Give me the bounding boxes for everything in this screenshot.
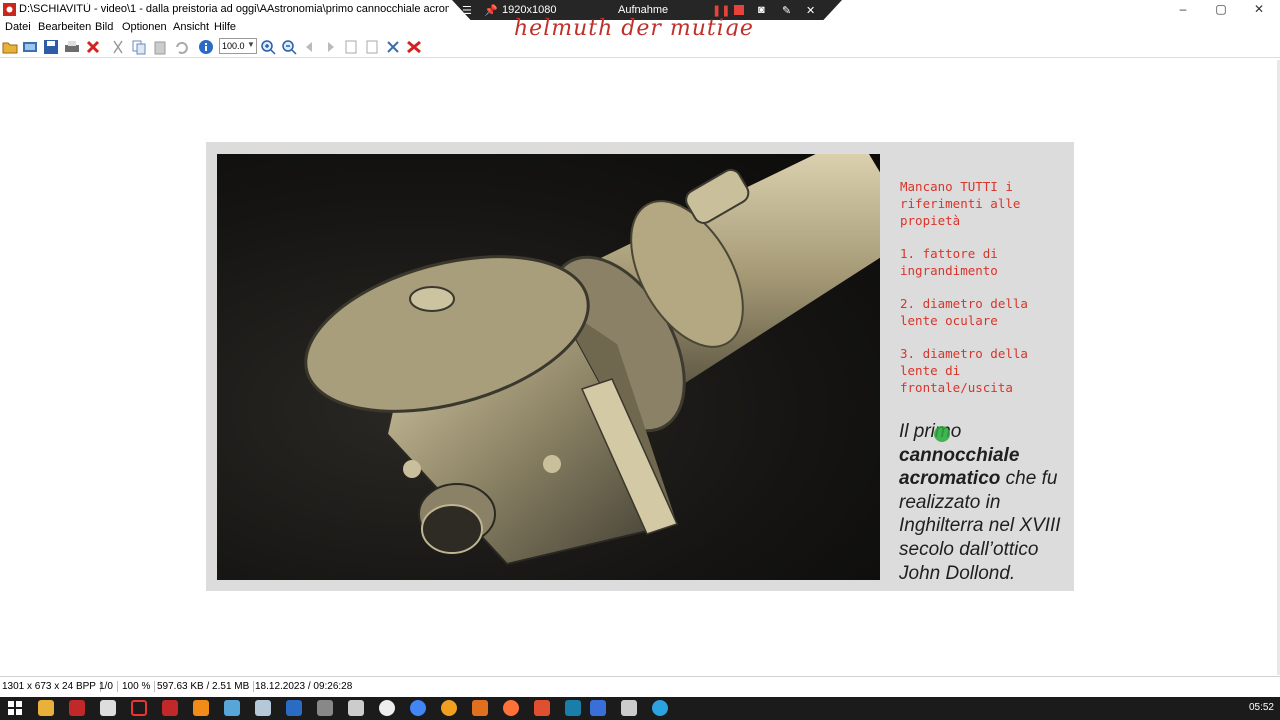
- xbox-icon[interactable]: [379, 700, 395, 716]
- app-icon-1[interactable]: [224, 700, 240, 716]
- status-page: 1/0: [99, 681, 118, 692]
- menu-hilfe[interactable]: Hilfe: [214, 20, 236, 34]
- window-icon[interactable]: [348, 700, 364, 716]
- delete-icon[interactable]: [85, 39, 101, 55]
- filezilla-icon[interactable]: [69, 700, 85, 716]
- vlc-icon[interactable]: [193, 700, 209, 716]
- telegram-icon[interactable]: [652, 700, 668, 716]
- irfanview-task-icon[interactable]: [162, 700, 178, 716]
- annotation-item-3: 3. diametro della lente di frontale/usci…: [900, 346, 1028, 395]
- word-icon[interactable]: [286, 700, 302, 716]
- print-icon[interactable]: [64, 39, 80, 55]
- cursor-highlight: [934, 426, 950, 442]
- zoom-out-icon[interactable]: [281, 39, 297, 55]
- open-folder-icon[interactable]: [2, 39, 18, 55]
- recorder-icon[interactable]: [131, 700, 147, 716]
- recording-status: Aufnahme: [618, 4, 669, 16]
- windows-start-icon[interactable]: [7, 700, 23, 716]
- window-title: D:\SCHIAVITÙ - video\1 - dalla preistori…: [19, 3, 449, 15]
- vlc-alt-icon[interactable]: [472, 700, 488, 716]
- next-image-icon[interactable]: [322, 39, 338, 55]
- app-icon-3[interactable]: [441, 700, 457, 716]
- status-dimensions: 1301 x 673 x 24 BPP: [2, 681, 101, 692]
- toolbar: 100.0 ▼: [0, 36, 1280, 58]
- menu-bearbeiten[interactable]: Bearbeiten: [38, 20, 91, 34]
- app-icon-2[interactable]: [255, 700, 271, 716]
- notepad-icon[interactable]: [100, 700, 116, 716]
- menu-ansicht[interactable]: Ansicht: [173, 20, 209, 34]
- undo-icon[interactable]: [173, 39, 189, 55]
- irfanview-logo-icon[interactable]: [406, 39, 422, 55]
- status-bar: 1301 x 673 x 24 BPP 1/0 100 % 597.63 KB …: [0, 678, 1280, 696]
- pin-icon[interactable]: 📌: [484, 4, 498, 17]
- annotation-notes: Mancano TUTTI i riferimenti alle propiet…: [900, 178, 1070, 412]
- caption-text-start: Il primo: [899, 421, 962, 442]
- stop-icon[interactable]: [734, 5, 744, 15]
- achromatic-telescope-illustration: [304, 154, 880, 566]
- camera-icon[interactable]: ◙: [758, 4, 765, 16]
- status-datetime: 18.12.2023 / 09:26:28: [255, 681, 353, 692]
- info-icon[interactable]: [198, 39, 214, 55]
- close-recorder-icon[interactable]: ✕: [806, 4, 815, 17]
- menu-datei[interactable]: Datei: [5, 20, 31, 34]
- settings-tools-icon[interactable]: [385, 39, 401, 55]
- chrome-icon[interactable]: [410, 700, 426, 716]
- close-button[interactable]: ✕: [1236, 0, 1280, 20]
- taskbar-clock: 05:52: [1248, 702, 1274, 713]
- annotation-item-2: 2. diametro della lente oculare: [900, 296, 1028, 328]
- app-icon-5[interactable]: [565, 700, 581, 716]
- menu-bild[interactable]: Bild: [95, 20, 113, 34]
- photo-caption: Il primo cannocchiale acromatico che fu …: [899, 420, 1069, 585]
- last-page-icon[interactable]: [364, 39, 380, 55]
- pen-icon[interactable]: ✎: [782, 4, 791, 17]
- status-filesize: 597.63 KB / 2.51 MB: [157, 681, 255, 692]
- calculator-icon[interactable]: [621, 700, 637, 716]
- menu-optionen[interactable]: Optionen: [122, 20, 167, 34]
- app-icon-4[interactable]: [534, 700, 550, 716]
- irfanview-app-icon: [3, 3, 16, 16]
- taskbar: 05:52: [0, 697, 1280, 720]
- recording-resolution: 1920x1080: [502, 4, 557, 16]
- thumbnails-icon[interactable]: [22, 39, 38, 55]
- firefox-icon[interactable]: [503, 700, 519, 716]
- chevron-down-icon[interactable]: ▼: [247, 40, 255, 49]
- copy-icon[interactable]: [131, 39, 147, 55]
- annotation-heading: Mancano TUTTI i riferimenti alle propiet…: [900, 179, 1021, 228]
- previous-image-icon[interactable]: [302, 39, 318, 55]
- save-icon[interactable]: [43, 39, 59, 55]
- cut-icon[interactable]: [110, 39, 126, 55]
- first-page-icon[interactable]: [343, 39, 359, 55]
- telescope-photo: [217, 154, 880, 580]
- annotation-item-1: 1. fattore di ingrandimento: [900, 246, 998, 278]
- app-icon-6[interactable]: [590, 700, 606, 716]
- zoom-in-icon[interactable]: [260, 39, 276, 55]
- file-explorer-icon[interactable]: [38, 700, 54, 716]
- paste-icon[interactable]: [152, 39, 168, 55]
- status-zoom: 100 %: [122, 681, 156, 692]
- usb-icon[interactable]: [317, 700, 333, 716]
